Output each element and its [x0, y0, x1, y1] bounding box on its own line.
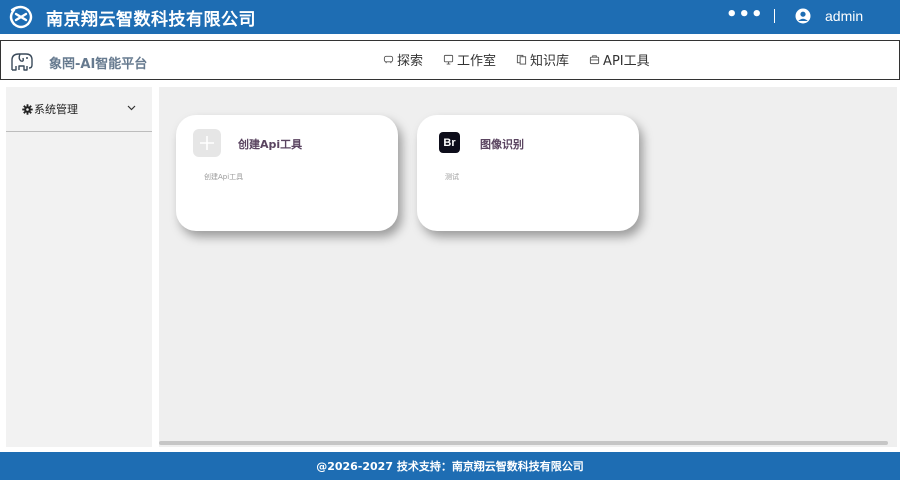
sidebar: 系统管理 [6, 87, 152, 447]
horizontal-scrollbar[interactable] [159, 441, 888, 445]
card-title: 图像识别 [480, 138, 524, 151]
knowledge-icon [516, 54, 527, 65]
card-image-recognition[interactable]: Br 图像识别 测试 [417, 115, 639, 231]
company-logo-icon [5, 1, 37, 33]
sidebar-item-system-management[interactable]: 系统管理 [6, 87, 152, 132]
chevron-down-icon[interactable] [127, 104, 136, 111]
app-navbar: 象罔-AI智能平台 探索 工作室 知识库 API工具 [0, 40, 900, 80]
card-description: 创建Api工具 [204, 173, 244, 181]
studio-icon [443, 54, 454, 65]
username[interactable]: admin [825, 8, 863, 24]
card-title: 创建Api工具 [238, 138, 303, 151]
explore-icon [383, 55, 394, 64]
api-tool-icon [589, 55, 600, 65]
nav-api-tools-label: API工具 [603, 54, 650, 69]
user-avatar-icon[interactable] [795, 8, 811, 24]
sidebar-item-label: 系统管理 [34, 103, 78, 116]
plus-icon [193, 129, 221, 157]
br-icon: Br [439, 132, 460, 153]
nav-studio-label: 工作室 [457, 54, 497, 69]
nav-knowledge-label: 知识库 [530, 54, 570, 69]
card-create-api-tool[interactable]: 创建Api工具 创建Api工具 [176, 115, 398, 231]
company-name: 南京翔云智数科技有限公司 [46, 9, 256, 30]
more-options-icon[interactable]: ••• [726, 4, 764, 25]
card-description: 测试 [445, 173, 459, 181]
nav-api-tools[interactable]: API工具 [589, 50, 650, 69]
nav-explore[interactable]: 探索 [383, 50, 423, 69]
main-nav: 探索 工作室 知识库 API工具 [383, 50, 650, 69]
header-divider [774, 9, 775, 23]
gear-icon [22, 103, 33, 115]
nav-explore-label: 探索 [397, 54, 424, 69]
top-header: 南京翔云智数科技有限公司 ••• admin [0, 0, 900, 34]
footer-text: @2026-2027 技术支持：南京翔云智数科技有限公司 [316, 460, 584, 473]
elephant-logo-icon [8, 50, 36, 74]
app-title: 象罔-AI智能平台 [49, 57, 148, 72]
nav-studio[interactable]: 工作室 [443, 50, 496, 69]
nav-knowledge[interactable]: 知识库 [516, 50, 569, 69]
footer: @2026-2027 技术支持：南京翔云智数科技有限公司 [0, 452, 900, 480]
